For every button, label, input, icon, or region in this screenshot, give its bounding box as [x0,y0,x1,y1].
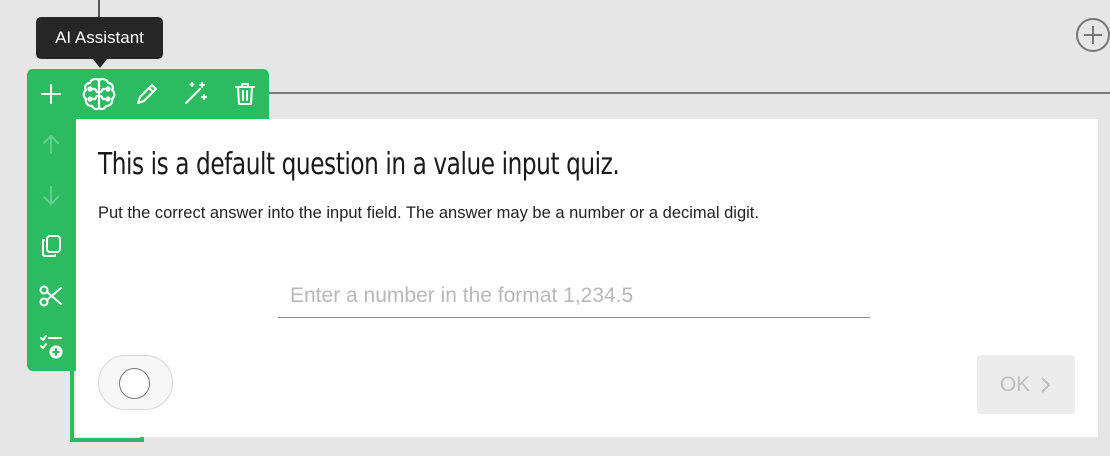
add-section-button[interactable] [1074,16,1110,54]
answer-toggle[interactable] [98,355,173,410]
arrow-up-icon [43,135,59,154]
trash-icon [235,83,255,105]
move-down-button[interactable] [31,176,71,216]
edit-block-button[interactable] [127,74,167,114]
pencil-icon [137,84,157,104]
ai-assistant-button[interactable] [79,74,119,114]
answer-input[interactable] [278,274,870,318]
question-description: Put the correct answer into the input fi… [98,204,759,222]
magic-wand-icon [185,82,207,104]
section-divider [268,92,1110,94]
connector-line-top [98,0,100,18]
toggle-knob [119,368,150,399]
cut-block-button[interactable] [31,276,71,316]
ok-button[interactable]: OK [977,355,1075,414]
chevron-right-icon [1041,376,1051,393]
quiz-question-card: This is a default question in a value in… [76,119,1098,437]
ok-button-label: OK [999,372,1031,396]
plus-circle-icon [1076,18,1110,52]
add-block-button[interactable] [31,74,71,114]
question-title: This is a default question in a value in… [98,147,620,182]
duplicate-block-button[interactable] [31,226,71,266]
magic-wand-button[interactable] [175,74,215,114]
checklist-add-icon [40,335,63,359]
move-up-button[interactable] [31,124,71,164]
tooltip-arrow [93,59,107,68]
arrow-down-icon [43,186,59,205]
ai-assistant-tooltip: AI Assistant [36,17,163,59]
plus-icon [41,84,61,104]
delete-block-button[interactable] [225,74,265,114]
add-to-checklist-button[interactable] [31,326,71,366]
brain-icon [82,77,116,111]
scissors-icon [39,285,62,307]
copy-icon [42,235,61,257]
